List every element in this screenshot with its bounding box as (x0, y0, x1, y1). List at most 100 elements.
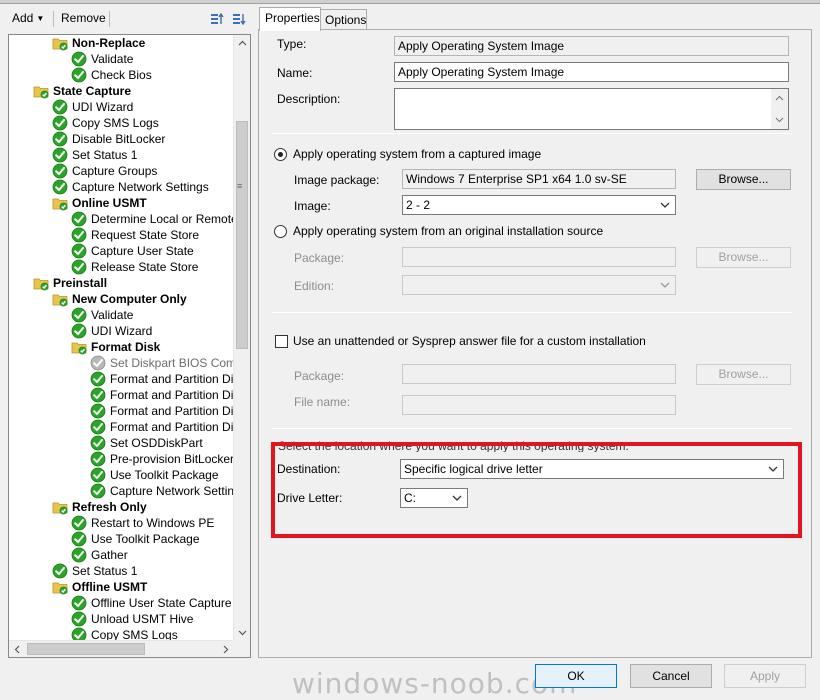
green-check-icon (71, 211, 87, 227)
description-textarea[interactable] (394, 88, 789, 130)
tree-step[interactable]: Release State Store (71, 259, 234, 275)
tree-step[interactable]: Format and Partition Disk ( (90, 371, 234, 387)
image-label: Image: (294, 199, 331, 213)
answer-package-label: Package: (294, 369, 345, 383)
tree-item-label: Set Status 1 (72, 148, 138, 162)
tree-step[interactable]: Format and Partition Disk ( (90, 403, 234, 419)
tree-step[interactable]: UDI Wizard (71, 323, 234, 339)
tree-item-label: Offline USMT (72, 580, 148, 594)
name-input[interactable]: Apply Operating System Image (394, 62, 789, 82)
tree-step[interactable]: Set OSDDiskPart (90, 435, 234, 451)
tree-group[interactable]: State Capture (33, 83, 234, 99)
answer-file-checkbox[interactable] (275, 335, 288, 348)
green-check-icon (52, 99, 68, 115)
tree-step[interactable]: Copy SMS Logs (52, 115, 234, 131)
green-check-icon (90, 371, 106, 387)
scroll-right-icon[interactable] (217, 641, 234, 657)
tree-step[interactable]: Capture Groups (52, 163, 234, 179)
horizontal-scroll-thumb[interactable] (27, 643, 145, 655)
tree-item-label: Format and Partition Disk ( (110, 388, 234, 402)
tree-step[interactable]: Offline User State Capture (71, 595, 234, 611)
tree-group[interactable]: New Computer Only (52, 291, 234, 307)
tree-group[interactable]: Offline USMT (52, 579, 234, 595)
tree-step[interactable]: Request State Store (71, 227, 234, 243)
tree-step[interactable]: UDI Wizard (52, 99, 234, 115)
description-scrollbar[interactable] (771, 89, 788, 129)
original-source-radio[interactable] (274, 225, 287, 238)
tree-step[interactable]: Capture User State (71, 243, 234, 259)
tree-item-label: Set Diskpart BIOS Compat (110, 356, 234, 370)
captured-image-radio-label: Apply operating system from a captured i… (293, 147, 542, 161)
move-up-icon[interactable] (209, 11, 225, 27)
tree-item-label: Unload USMT Hive (91, 612, 194, 626)
green-check-icon (71, 595, 87, 611)
edition-select[interactable] (402, 275, 676, 295)
tree-group[interactable]: Online USMT (52, 195, 234, 211)
tree-step[interactable]: Unload USMT Hive (71, 611, 234, 627)
tree-step[interactable]: Format and Partition Disk 5 (90, 419, 234, 435)
tree-vertical-scrollbar[interactable]: ≡ (233, 35, 250, 641)
tree-step[interactable]: Set Diskpart BIOS Compat (90, 355, 234, 371)
green-check-icon (71, 67, 87, 83)
image-select[interactable]: 2 - 2 (402, 195, 676, 215)
tree-step[interactable]: Disable BitLocker (52, 131, 234, 147)
scroll-thumb[interactable] (236, 121, 248, 349)
tree-group[interactable]: Preinstall (33, 275, 234, 291)
tree-group[interactable]: Format Disk (71, 339, 234, 355)
tree-group[interactable]: Refresh Only (52, 499, 234, 515)
tree-step[interactable]: Copy SMS Logs (71, 627, 234, 641)
green-check-icon (90, 387, 106, 403)
tab-properties[interactable]: Properties (259, 7, 321, 31)
green-check-icon (52, 147, 68, 163)
answer-package-field (402, 364, 676, 384)
scroll-left-icon[interactable] (9, 641, 26, 657)
tree-step[interactable]: Capture Network Settings (90, 483, 234, 499)
toolbar-separator (53, 11, 54, 27)
tree-step[interactable]: Set Status 1 (52, 147, 234, 163)
file-name-label: File name: (294, 395, 351, 409)
tree-step[interactable]: Use Toolkit Package (71, 531, 234, 547)
green-check-icon (90, 403, 106, 419)
tree-step[interactable]: Determine Local or Remote Us (71, 211, 234, 227)
type-label: Type: (277, 37, 307, 51)
tree-item-label: Preinstall (53, 276, 108, 290)
tree-horizontal-scrollbar[interactable] (9, 640, 234, 657)
folder-check-icon (52, 291, 68, 307)
captured-image-radio[interactable] (274, 148, 287, 161)
original-package-browse-button[interactable]: Browse... (696, 247, 791, 268)
original-source-radio-label: Apply operating system from an original … (293, 224, 604, 238)
tree-step[interactable]: Format and Partition Disk ( (90, 387, 234, 403)
tree-step[interactable]: Validate (71, 307, 234, 323)
image-package-browse-button[interactable]: Browse... (696, 169, 791, 190)
tree-step[interactable]: Restart to Windows PE (71, 515, 234, 531)
tree-step[interactable]: Use Toolkit Package (90, 467, 234, 483)
tree-step[interactable]: Gather (71, 547, 234, 563)
scroll-up-icon[interactable] (234, 35, 250, 52)
scroll-down-icon[interactable] (234, 624, 250, 641)
task-sequence-tree[interactable]: Non-Replace Validate Check Bios State Captu… (8, 34, 251, 658)
ok-button[interactable]: OK (535, 664, 617, 688)
tree-items: Non-Replace Validate Check Bios State Captu… (9, 35, 234, 641)
tree-group[interactable]: Non-Replace (52, 35, 234, 51)
tree-step[interactable]: Set Status 1 (52, 563, 234, 579)
file-name-field (402, 395, 676, 415)
answer-file-checkbox-label: Use an unattended or Sysprep answer file… (293, 334, 646, 348)
tab-options[interactable]: Options (319, 9, 367, 31)
green-check-icon (71, 547, 87, 563)
remove-button[interactable]: Remove (61, 11, 106, 25)
tree-item-label: Request State Store (91, 228, 200, 242)
apply-button[interactable]: Apply (724, 664, 806, 688)
tree-step[interactable]: Validate (71, 51, 234, 67)
tree-item-label: Capture Network Settings (72, 180, 209, 194)
tree-step[interactable]: Check Bios (71, 67, 234, 83)
divider (272, 133, 792, 134)
green-check-icon (71, 227, 87, 243)
move-down-icon[interactable] (231, 11, 247, 27)
tree-step[interactable]: Pre-provision BitLocker (90, 451, 234, 467)
tree-step[interactable]: Capture Network Settings (52, 179, 234, 195)
cancel-button[interactable]: Cancel (630, 664, 712, 688)
add-menu-button[interactable]: Add ▼ (12, 11, 44, 25)
answer-package-browse-button[interactable]: Browse... (696, 364, 791, 385)
tree-item-label: Set Status 1 (72, 564, 138, 578)
green-check-icon (71, 259, 87, 275)
